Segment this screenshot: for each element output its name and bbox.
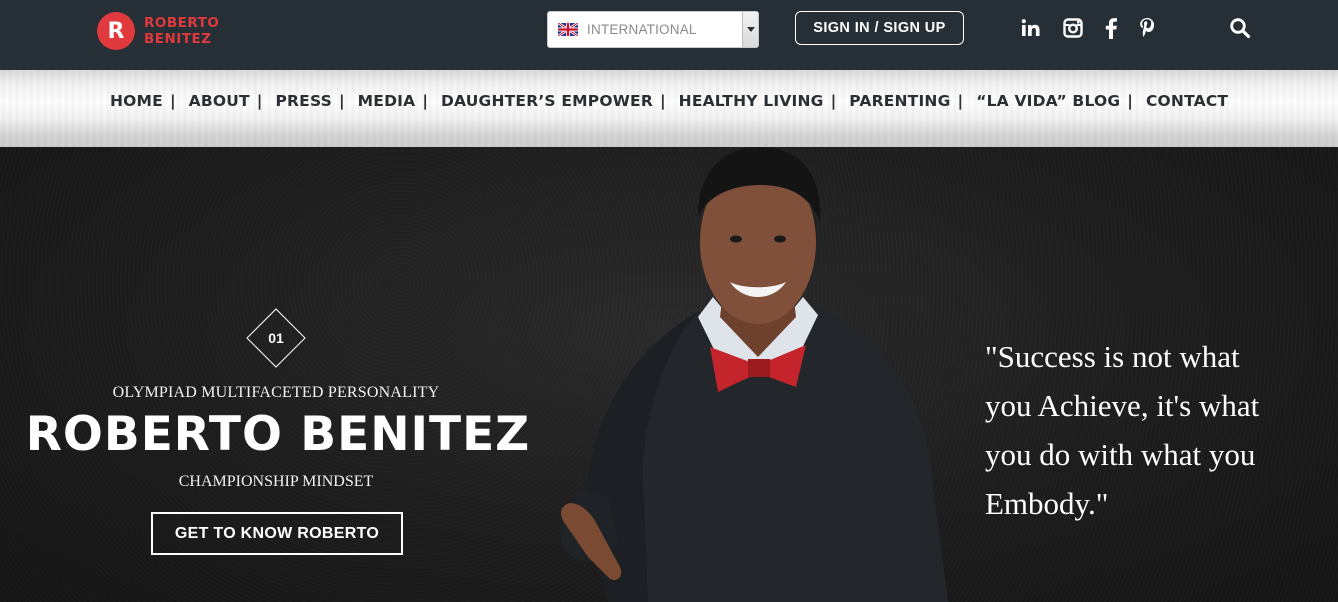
language-select[interactable]: INTERNATIONAL [547,11,759,48]
nav-item-parenting[interactable]: PARENTING [849,92,950,110]
quote-line: you Achieve, it's what [985,388,1260,423]
nav-menu: HOME | ABOUT | PRESS | MEDIA | DAUGHTER’… [110,92,1228,110]
nav-item-daughters-empower[interactable]: DAUGHTER’S EMPOWER [441,92,653,110]
nav-separator: | [1127,92,1133,110]
search-icon[interactable] [1228,16,1252,40]
quote-line: you do with what you [985,437,1256,472]
facebook-icon[interactable] [1099,16,1123,40]
pinterest-icon[interactable] [1135,16,1159,40]
logo-text: ROBERTO BENITEZ [144,15,219,47]
nav-item-home[interactable]: HOME [110,92,163,110]
logo-line-1: ROBERTO [144,15,220,31]
quote-line: "Success is not what [985,339,1240,374]
quote-line: Embody." [985,486,1109,521]
dropdown-arrow-icon[interactable] [742,12,758,47]
nav-item-press[interactable]: PRESS [275,92,332,110]
nav-item-about[interactable]: ABOUT [189,92,250,110]
nav-item-healthy-living[interactable]: HEALTHY LIVING [679,92,824,110]
get-to-know-button[interactable]: GET TO KNOW ROBERTO [151,512,403,555]
hero-slider: 01 OLYMPIAD MULTIFACETED PERSONALITY ROB… [0,147,1338,602]
nav-separator: | [422,92,428,110]
hero-quote: "Success is not what you Achieve, it's w… [985,332,1330,528]
nav-separator: | [957,92,964,110]
main-navigation: HOME | ABOUT | PRESS | MEDIA | DAUGHTER’… [0,70,1338,147]
nav-item-media[interactable]: MEDIA [358,92,416,110]
nav-separator: | [256,92,263,110]
logo-line-2: BENITEZ [144,31,212,47]
top-bar: R ROBERTO BENITEZ INTERNATIONAL SIGN IN … [0,0,1338,70]
nav-separator: | [659,92,666,110]
nav-separator: | [830,92,837,110]
logo-mark: R [97,12,135,50]
hero-subkicker: CHAMPIONSHIP MINDSET [178,473,374,490]
uk-flag-icon [558,23,578,36]
hero-title: ROBERTO BENITEZ [25,407,531,462]
linkedin-icon[interactable] [1019,16,1043,40]
hero-kicker: OLYMPIAD MULTIFACETED PERSONALITY [112,384,440,401]
slide-number: 01 [268,330,284,346]
nav-separator: | [338,92,345,110]
instagram-icon[interactable] [1061,16,1085,40]
nav-item-contact[interactable]: CONTACT [1146,92,1228,110]
nav-item-la-vida-blog[interactable]: “LA VIDA” BLOG [976,92,1120,110]
signin-signup-button[interactable]: SIGN IN / SIGN UP [795,11,964,45]
brand-logo[interactable]: R ROBERTO BENITEZ [97,12,219,50]
portrait-image [560,147,948,602]
language-selected-value: INTERNATIONAL [587,22,697,37]
nav-separator: | [169,92,176,110]
